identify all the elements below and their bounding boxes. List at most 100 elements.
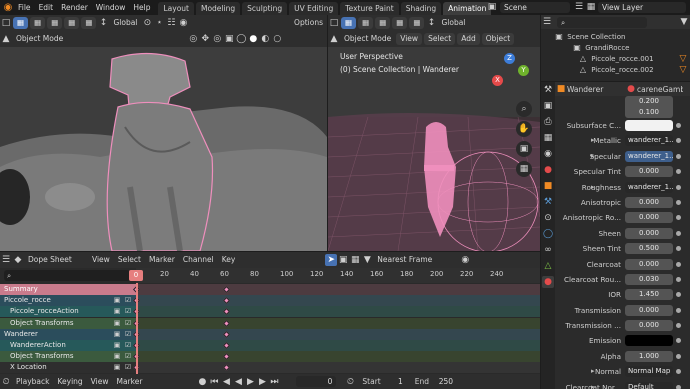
channel-keyframe-band[interactable] bbox=[132, 351, 540, 363]
channel-row[interactable]: Object Transforms ▣ ☑ bbox=[0, 351, 136, 363]
playback-dropdown[interactable]: Playback bbox=[12, 374, 53, 389]
keyframe-dot-icon[interactable] bbox=[676, 199, 681, 205]
menu-view-right[interactable]: View bbox=[396, 33, 423, 45]
channel-mute-icon[interactable]: ☑ bbox=[123, 306, 133, 317]
select-invert-icon[interactable]: ▦ bbox=[64, 17, 80, 29]
property-value[interactable] bbox=[625, 335, 673, 347]
scene-browse-icon[interactable]: ☰ bbox=[573, 1, 585, 13]
options-dropdown[interactable]: Options bbox=[290, 15, 327, 31]
keyframe-dot-icon[interactable] bbox=[676, 292, 681, 298]
channel-lock-icon[interactable]: ▣ bbox=[112, 306, 122, 317]
select-subtract-icon[interactable]: ▦ bbox=[47, 17, 63, 29]
property-value[interactable]: 0.000 bbox=[625, 196, 673, 208]
menu-view-dopesheet[interactable]: View bbox=[88, 252, 114, 268]
jump-end-icon[interactable]: ⏭ bbox=[268, 376, 280, 388]
keyframe-dot-icon[interactable] bbox=[676, 169, 681, 175]
property-value[interactable]: Normal Map bbox=[625, 366, 673, 378]
keyframe-dot-icon[interactable] bbox=[676, 353, 681, 359]
render-tab-icon[interactable]: ▣ bbox=[542, 100, 554, 112]
channel-lock-icon[interactable]: ▣ bbox=[112, 318, 122, 329]
menu-select-dopesheet[interactable]: Select bbox=[114, 252, 145, 268]
select-box-icon-right[interactable]: ▦ bbox=[341, 17, 357, 29]
blender-logo-icon[interactable]: ◉ bbox=[2, 2, 14, 14]
keyframe-marker[interactable] bbox=[222, 341, 231, 350]
property-value[interactable]: 0.000 bbox=[625, 212, 673, 224]
dope-sheet-mode-dropdown[interactable]: Dope Sheet bbox=[24, 252, 88, 268]
menu-window[interactable]: Window bbox=[92, 0, 130, 15]
tab-shading[interactable]: Shading bbox=[400, 1, 442, 15]
channel-keyframe-band[interactable] bbox=[132, 362, 540, 374]
menu-help[interactable]: Help bbox=[129, 0, 154, 15]
channel-keyframe-band[interactable] bbox=[132, 284, 540, 295]
keyframe-dot-icon[interactable] bbox=[676, 215, 681, 221]
select-intersect-icon-right[interactable]: ▦ bbox=[409, 17, 425, 29]
property-value[interactable]: 1.450 bbox=[625, 289, 673, 301]
keyframe-dot-icon[interactable] bbox=[676, 230, 681, 236]
view-layer-field[interactable]: View Layer bbox=[598, 2, 686, 13]
filter-icon[interactable]: ▼ bbox=[678, 16, 690, 28]
show-hidden-icon[interactable]: ▣ bbox=[337, 254, 349, 266]
channel-keyframe-band[interactable] bbox=[132, 340, 540, 351]
property-value[interactable]: Default bbox=[625, 381, 673, 389]
channel-row[interactable]: X Location ▣ ☑ bbox=[0, 362, 136, 374]
view-layer-icon[interactable]: ▦ bbox=[585, 1, 597, 13]
tab-modeling[interactable]: Modeling bbox=[195, 1, 241, 15]
tool-tab-icon[interactable]: ⚒ bbox=[542, 84, 554, 96]
keyframe-marker[interactable] bbox=[222, 319, 231, 327]
keyframe-dot-icon[interactable] bbox=[676, 261, 681, 267]
property-value[interactable]: 0.000 bbox=[625, 258, 673, 270]
channel-mute-icon[interactable]: ☑ bbox=[123, 318, 133, 329]
only-errors-icon[interactable]: ▦ bbox=[349, 254, 361, 266]
menu-marker-timeline[interactable]: Marker bbox=[112, 374, 146, 389]
property-value[interactable]: 0.000 bbox=[625, 227, 673, 239]
channel-mute-icon[interactable]: ☑ bbox=[123, 362, 133, 373]
menu-select-right[interactable]: Select bbox=[424, 33, 456, 45]
play-icon[interactable]: ▶ bbox=[244, 376, 256, 388]
tab-texture-paint[interactable]: Texture Paint bbox=[340, 1, 399, 15]
keyframe-marker[interactable] bbox=[222, 330, 231, 338]
outliner-row[interactable]: ▣ GrandiRocce bbox=[541, 42, 690, 53]
menu-render[interactable]: Render bbox=[57, 0, 92, 15]
property-value[interactable]: 0.030 bbox=[625, 273, 673, 285]
keyframe-marker[interactable] bbox=[222, 297, 231, 305]
rendered-shading-icon[interactable]: ○ bbox=[271, 33, 283, 45]
channel-row[interactable]: Summary bbox=[0, 284, 136, 295]
zoom-icon[interactable]: ⌕ bbox=[516, 101, 532, 117]
keyframe-dot-icon[interactable] bbox=[676, 323, 681, 329]
channel-lock-icon[interactable]: ▣ bbox=[112, 362, 122, 373]
keyframe-dot-icon[interactable] bbox=[676, 153, 681, 159]
timeline-editor-icon[interactable]: ⏲ bbox=[0, 376, 12, 388]
gizmo-icon[interactable]: ✥ bbox=[199, 33, 211, 45]
next-keyframe-icon[interactable]: ▶ bbox=[256, 376, 268, 388]
channel-mute-icon[interactable]: ☑ bbox=[123, 329, 133, 340]
menu-file[interactable]: File bbox=[14, 0, 35, 15]
channel-keyframe-band[interactable] bbox=[132, 317, 540, 329]
channel-mute-icon[interactable]: ☑ bbox=[123, 295, 133, 306]
keyframe-dot-icon[interactable] bbox=[676, 338, 681, 344]
keyframe-marker[interactable] bbox=[222, 308, 231, 316]
property-value[interactable] bbox=[625, 120, 673, 131]
channel-row[interactable]: Piccole_rocceAction ▣ ☑ bbox=[0, 306, 136, 318]
playhead-frame-label[interactable]: 0 bbox=[129, 270, 143, 281]
property-value[interactable]: wanderer_1... bbox=[625, 150, 673, 162]
property-value[interactable]: wanderer_1... bbox=[625, 181, 673, 193]
property-value[interactable]: 0.000 bbox=[625, 304, 673, 316]
record-icon[interactable]: ● bbox=[196, 376, 208, 388]
transform-orientation-dropdown-right[interactable]: Global bbox=[437, 15, 469, 31]
filters-icon[interactable]: ▼ bbox=[361, 254, 373, 266]
play-reverse-icon[interactable]: ◀ bbox=[232, 376, 244, 388]
outliner-row[interactable]: ▣ Scene Collection bbox=[541, 31, 690, 42]
view-icon[interactable]: ◎ bbox=[187, 33, 199, 45]
channel-lock-icon[interactable]: ▣ bbox=[112, 329, 122, 340]
channel-lock-icon[interactable]: ▣ bbox=[112, 295, 122, 306]
gizmo-z-axis[interactable]: Z bbox=[504, 53, 515, 64]
properties-top-value-1[interactable]: 0.200 bbox=[625, 96, 673, 107]
link-expand-icon[interactable]: ▸ bbox=[591, 382, 595, 389]
gizmo-y-axis[interactable]: Y bbox=[518, 65, 529, 76]
proportional-edit-icon[interactable]: ◉ bbox=[177, 17, 189, 29]
keyframe-marker[interactable] bbox=[222, 364, 231, 372]
menu-key-dopesheet[interactable]: Key bbox=[218, 252, 240, 268]
material-shading-icon[interactable]: ◐ bbox=[259, 33, 271, 45]
outliner-search[interactable]: ⌕ bbox=[557, 16, 647, 28]
select-invert-icon-right[interactable]: ▦ bbox=[392, 17, 408, 29]
